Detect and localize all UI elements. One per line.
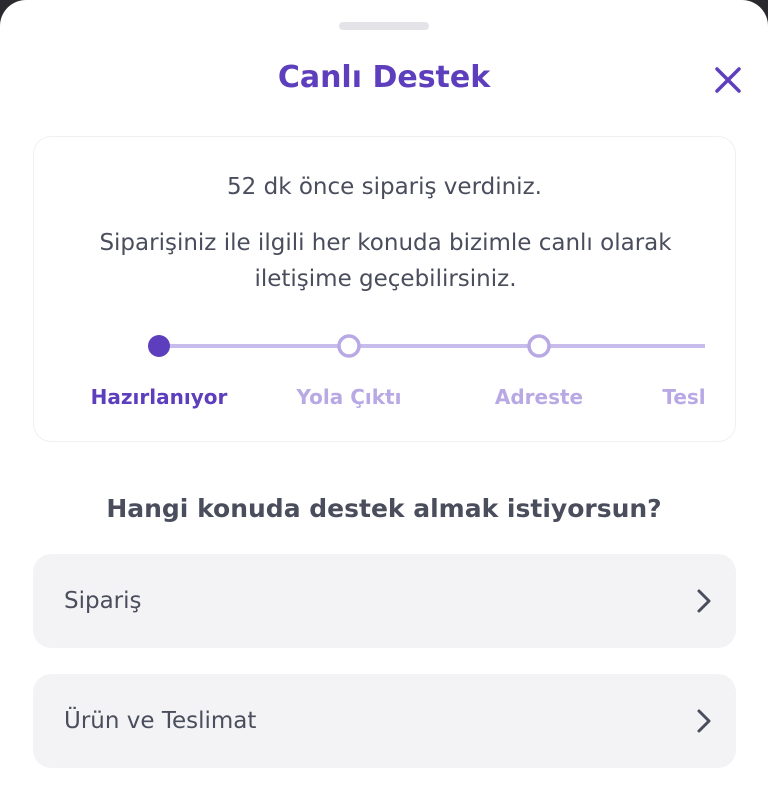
option-label: Ürün ve Teslimat [64, 708, 257, 734]
chevron-right-icon [692, 589, 716, 613]
step-dot [527, 334, 551, 358]
step-dot [337, 334, 361, 358]
order-status-card: 52 dk önce sipariş verdiniz. Siparişiniz… [33, 136, 736, 442]
live-support-sheet: Canlı Destek 52 dk önce sipariş verdiniz… [0, 0, 768, 790]
chevron-right-icon [692, 709, 716, 733]
step-dot-active [148, 335, 170, 357]
sheet-drag-handle[interactable] [339, 22, 429, 30]
option-product-delivery[interactable]: Ürün ve Teslimat [33, 674, 736, 768]
option-label: Sipariş [64, 588, 142, 614]
step-label-delivered: Tesl [662, 385, 706, 409]
progress-track [148, 334, 705, 358]
order-time-text: 52 dk önce sipariş verdiniz. [227, 174, 542, 200]
order-progress-tracker: Hazırlanıyor Yola Çıktı Adreste Tesl [34, 327, 735, 417]
close-button[interactable] [708, 60, 748, 100]
contact-info-text: Siparişiniz ile ilgili her konuda biziml… [99, 230, 672, 292]
close-icon [715, 67, 741, 93]
step-label-on-the-way: Yola Çıktı [296, 385, 402, 409]
step-label-at-address: Adreste [494, 385, 584, 409]
support-question: Hangi konuda destek almak istiyorsun? [106, 494, 662, 523]
step-label-preparing: Hazırlanıyor [90, 385, 228, 409]
option-order[interactable]: Sipariş [33, 554, 736, 648]
page-title: Canlı Destek [277, 60, 491, 95]
